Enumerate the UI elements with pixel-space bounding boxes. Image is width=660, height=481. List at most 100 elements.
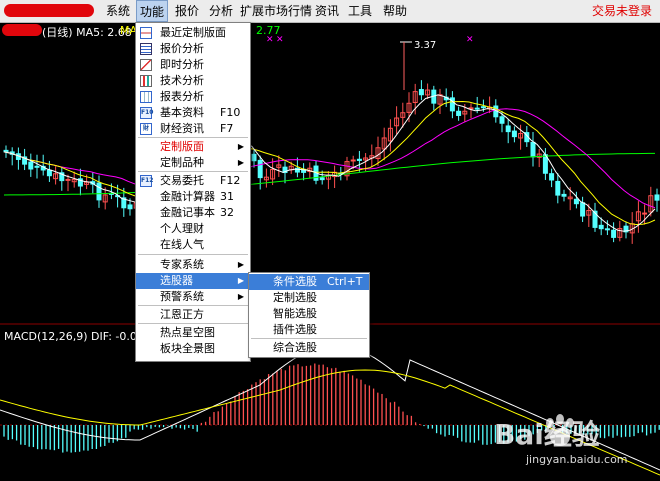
candle-body	[480, 106, 486, 109]
watermark-brand: Bai经验	[494, 418, 600, 451]
menu-item-shortcut: F7	[220, 122, 234, 135]
menu-item-label: 最近定制版面	[160, 26, 226, 39]
menu-item-7[interactable]: 定制版面 ▶	[136, 139, 250, 155]
candle-body	[642, 212, 648, 215]
trade-login-status[interactable]: 交易未登录	[592, 0, 652, 22]
menu-item-label: 金融计算器	[160, 190, 215, 203]
candle-body	[46, 169, 52, 177]
menu-quote[interactable]: 报价	[172, 0, 202, 22]
quote-icon	[140, 43, 152, 55]
candle-body	[257, 159, 263, 179]
menu-item-label: 在线人气	[160, 238, 204, 251]
candlestick-series	[3, 80, 660, 244]
menu-item-label: 报表分析	[160, 90, 204, 103]
menu-item-5[interactable]: F10 基本资料 F10	[136, 105, 250, 121]
menu-analysis[interactable]: 分析	[206, 0, 236, 22]
menu-item-shortcut: 32	[220, 206, 234, 219]
period-and-ma5: (日线) MA5: 2.68	[42, 26, 132, 39]
menu-item-shortcut: 31	[220, 190, 234, 203]
candle-body	[549, 173, 555, 181]
menu-function[interactable]: 功能	[136, 0, 168, 22]
svg-text:✕: ✕	[466, 35, 474, 45]
submenu-item-shortcut: Ctrl+T	[327, 275, 363, 288]
menu-item-label: 个人理财	[160, 222, 204, 235]
menu-item-label: 江恩正方	[160, 308, 204, 321]
menu-item-label: 板块全景图	[160, 342, 215, 355]
menu-news[interactable]: 资讯	[313, 0, 341, 22]
menu-item-9[interactable]: F12 交易委托 F12	[136, 173, 250, 189]
menu-item-label: 热点星空图	[160, 326, 215, 339]
candle-body	[598, 224, 604, 230]
candle-body	[511, 130, 517, 138]
menu-item-3[interactable]: 技术分析	[136, 73, 250, 89]
news-icon: 財	[140, 123, 152, 135]
submenu-item-4[interactable]: 综合选股	[249, 340, 369, 356]
menu-item-4[interactable]: 报表分析	[136, 89, 250, 105]
ma-last-value: 2.77	[256, 24, 281, 37]
submenu-item-label: 定制选股	[273, 291, 317, 304]
baidu-jingyan-watermark: Bai经验 jingyan.baidu.com	[486, 407, 646, 477]
menu-item-15[interactable]: 选股器 ▶	[136, 273, 250, 289]
submenu-item-0[interactable]: 条件选股 Ctrl+T	[249, 274, 369, 290]
candle-body	[34, 165, 40, 168]
candle-body	[418, 89, 424, 96]
candle-body	[604, 228, 610, 231]
watermark-url: jingyan.baidu.com	[526, 453, 628, 466]
moving-average-lines	[3, 94, 656, 232]
menu-item-17[interactable]: 江恩正方	[136, 307, 250, 323]
signal-markers: ✕ ✕ ✕	[266, 35, 474, 45]
report-icon	[140, 91, 152, 103]
menu-item-16[interactable]: 预警系统 ▶	[136, 289, 250, 305]
candle-body	[28, 161, 34, 170]
candle-body	[65, 178, 71, 181]
submenu-item-1[interactable]: 定制选股	[249, 290, 369, 306]
menu-bar: 系统 功能 报价 分析 扩展市场行情 资讯 工具 帮助 交易未登录	[0, 0, 660, 23]
menu-item-shortcut: F10	[220, 106, 241, 119]
menu-separator	[138, 171, 248, 172]
menu-item-2[interactable]: 即时分析	[136, 57, 250, 73]
submenu-item-label: 智能选股	[273, 307, 317, 320]
app-logo	[4, 4, 94, 17]
candle-body	[580, 202, 586, 217]
menu-separator	[138, 323, 248, 324]
candle-body	[611, 229, 617, 238]
menu-item-label: 财经资讯	[160, 122, 204, 135]
menu-item-11[interactable]: 金融记事本 32	[136, 205, 250, 221]
menu-tools[interactable]: 工具	[346, 0, 374, 22]
menu-item-label: 专家系统	[160, 258, 204, 271]
candle-body	[499, 116, 505, 124]
f10-icon: F10	[140, 107, 153, 119]
candle-body	[654, 194, 660, 201]
submenu-item-2[interactable]: 智能选股	[249, 306, 369, 322]
menu-item-0[interactable]: 最近定制版面	[136, 25, 250, 41]
menu-extended-market[interactable]: 扩展市场行情	[240, 0, 312, 22]
menu-item-14[interactable]: 专家系统 ▶	[136, 257, 250, 273]
menu-item-13[interactable]: 在线人气	[136, 237, 250, 253]
menu-item-12[interactable]: 个人理财	[136, 221, 250, 237]
submenu-item-3[interactable]: 插件选股	[249, 322, 369, 338]
menu-item-10[interactable]: 金融计算器 31	[136, 189, 250, 205]
f12-icon: F12	[140, 175, 153, 187]
menu-item-19[interactable]: 板块全景图	[136, 341, 250, 357]
menu-system[interactable]: 系统	[103, 0, 133, 22]
menu-item-8[interactable]: 定制品种 ▶	[136, 155, 250, 171]
candle-body	[350, 159, 356, 162]
menu-item-6[interactable]: 財财经资讯 F7	[136, 121, 250, 137]
menu-help[interactable]: 帮助	[381, 0, 409, 22]
peak-marker: 3.37	[400, 40, 436, 90]
menu-item-label: 技术分析	[160, 74, 204, 87]
candle-body	[555, 180, 561, 196]
layout-icon	[140, 27, 152, 39]
menu-item-18[interactable]: 热点星空图	[136, 325, 250, 341]
menu-item-label: 定制版面	[160, 140, 204, 153]
menu-item-1[interactable]: 报价分析	[136, 41, 250, 57]
candle-body	[530, 141, 536, 158]
candle-body	[319, 177, 325, 181]
candle-body	[573, 198, 579, 205]
menu-separator	[138, 305, 248, 306]
realtime-icon	[140, 59, 152, 71]
menu-item-label: 基本资料	[160, 106, 204, 119]
submenu-arrow-icon: ▶	[237, 292, 244, 301]
menu-item-label: 金融记事本	[160, 206, 215, 219]
submenu-arrow-icon: ▶	[237, 276, 244, 285]
